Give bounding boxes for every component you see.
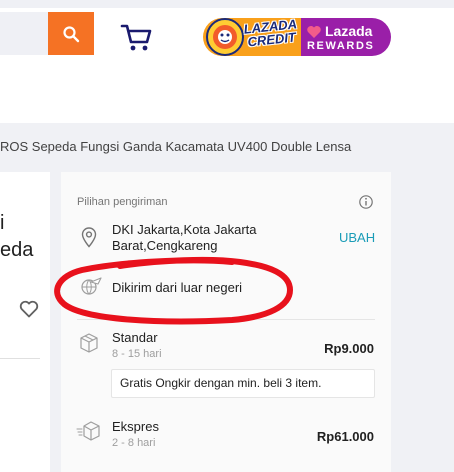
divider [77, 319, 375, 320]
search-button[interactable] [48, 12, 94, 55]
location-pin-icon [81, 227, 97, 248]
rewards-brand: Lazada [325, 23, 373, 39]
top-strip [0, 0, 454, 8]
lazada-rewards-badge: Lazada REWARDS [301, 18, 391, 56]
delivery-panel [61, 172, 391, 472]
promo-banner[interactable]: LAZADA CREDIT Lazada REWARDS [203, 14, 391, 60]
cart-button[interactable] [120, 22, 154, 52]
product-title: i eda [0, 212, 34, 261]
wishlist-button[interactable] [18, 298, 40, 320]
change-location-button[interactable]: UBAH [339, 230, 375, 245]
mascot-badge-icon [206, 18, 244, 56]
plane-globe-icon [81, 277, 102, 295]
lazada-heart-icon [307, 26, 321, 38]
search-input[interactable] [0, 12, 48, 55]
package-standard-icon [80, 333, 98, 353]
info-icon[interactable] [358, 194, 374, 210]
search-icon [63, 25, 80, 42]
heart-outline-icon [19, 300, 39, 318]
shipping-option-time: 8 - 15 hari [112, 348, 162, 360]
shipping-option-name: Standar [112, 330, 158, 345]
delivery-location: DKI Jakarta,Kota Jakarta Barat,Cengkaren… [112, 222, 257, 253]
cart-icon [120, 24, 152, 51]
shipping-option-time: 2 - 8 hari [112, 437, 156, 449]
delivery-section-title: Pilihan pengiriman [77, 196, 168, 208]
free-shipping-note: Gratis Ongkir dengan min. beli 3 item. [111, 369, 375, 398]
rewards-label: REWARDS [307, 40, 375, 52]
shipping-origin: Dikirim dari luar negeri [112, 280, 243, 295]
divider [0, 358, 40, 359]
shipping-option-name: Ekspres [112, 419, 159, 434]
shipping-option-price: Rp9.000 [324, 341, 374, 356]
credit-label: LAZADA CREDIT [242, 16, 298, 50]
package-express-icon [76, 421, 100, 441]
breadcrumb[interactable]: ROS Sepeda Fungsi Ganda Kacamata UV400 D… [0, 139, 351, 154]
shipping-option-price: Rp61.000 [316, 429, 374, 444]
